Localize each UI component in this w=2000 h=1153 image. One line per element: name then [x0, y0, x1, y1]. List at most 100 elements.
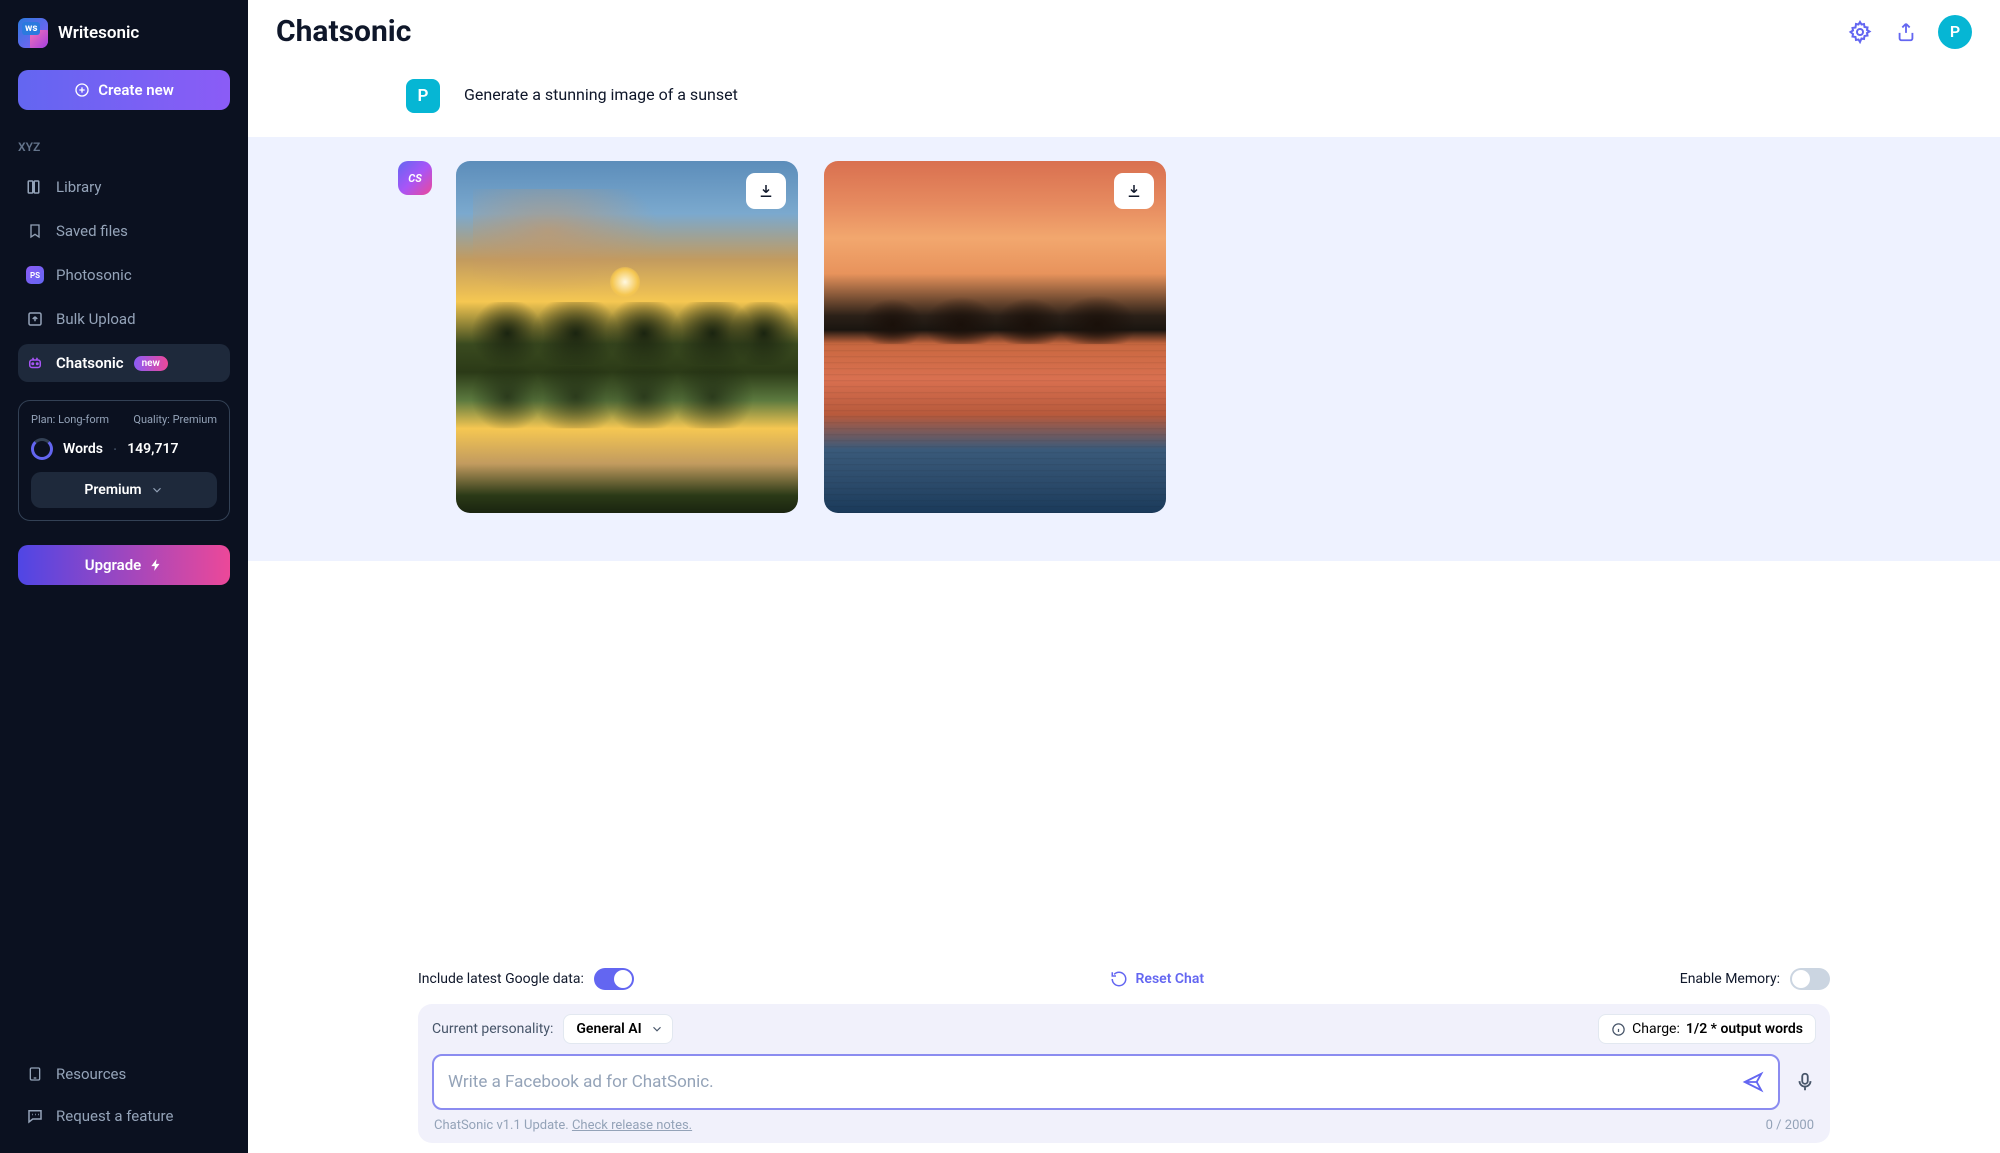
usage-ring-icon [31, 438, 53, 460]
download-image-1-button[interactable] [746, 173, 786, 209]
upgrade-button[interactable]: Upgrade [18, 545, 230, 585]
avatar[interactable]: P [1938, 15, 1972, 49]
release-notes-link[interactable]: Check release notes. [572, 1118, 692, 1133]
generated-image-2 [824, 161, 1166, 513]
request-label: Request a feature [56, 1107, 173, 1125]
mic-button[interactable] [1794, 1070, 1816, 1094]
words-count: 149,717 [127, 441, 178, 457]
memory-toggle[interactable] [1790, 968, 1830, 990]
personality-label: Current personality: [432, 1021, 553, 1037]
create-new-label: Create new [98, 81, 174, 99]
share-icon [1895, 21, 1917, 43]
sidebar-item-chatsonic[interactable]: Chatsonic new [18, 344, 230, 382]
top-actions: P [1846, 15, 1972, 49]
composer-top-row: Current personality: General AI Charge: … [432, 1014, 1816, 1044]
sidebar-item-label: Saved files [56, 222, 128, 240]
generated-images [456, 161, 1166, 513]
sidebar-item-label: Chatsonic [56, 354, 124, 372]
share-button[interactable] [1892, 18, 1920, 46]
charge-chip: Charge: 1/2 * output words [1598, 1014, 1816, 1044]
memory-label: Enable Memory: [1680, 971, 1780, 987]
plus-circle-icon [74, 82, 90, 98]
new-badge: new [134, 356, 168, 371]
bottom-links: Resources Request a feature [18, 1035, 230, 1135]
nav-list: Library Saved files PS Photosonic Bulk U… [18, 168, 230, 382]
create-new-button[interactable]: Create new [18, 70, 230, 110]
update-text: ChatSonic v1.1 Update. [434, 1118, 569, 1133]
generated-image-1 [456, 161, 798, 513]
personality-group: Current personality: General AI [432, 1014, 673, 1044]
tablet-icon [26, 1065, 44, 1083]
send-button[interactable] [1742, 1071, 1764, 1093]
personality-value: General AI [576, 1021, 641, 1037]
settings-button[interactable] [1846, 18, 1874, 46]
composer-footer: ChatSonic v1.1 Update. Check release not… [432, 1110, 1816, 1143]
gear-icon [1848, 20, 1872, 44]
char-count: 0 / 2000 [1766, 1118, 1814, 1133]
topbar: Chatsonic P [248, 0, 2000, 59]
user-avatar: P [406, 79, 440, 113]
google-data-toggle[interactable] [594, 968, 634, 990]
tier-selector[interactable]: Premium [31, 472, 217, 508]
undo-icon [1110, 970, 1128, 988]
sidebar-item-label: Photosonic [56, 266, 132, 284]
prompt-input-container [432, 1054, 1780, 1110]
request-feature-link[interactable]: Request a feature [18, 1097, 230, 1135]
user-message-text: Generate a stunning image of a sunset [464, 79, 738, 104]
tier-label: Premium [84, 482, 141, 498]
google-data-control: Include latest Google data: [418, 968, 634, 990]
chatsonic-avatar: CS [398, 161, 432, 195]
bolt-icon [149, 558, 163, 572]
microphone-icon [1794, 1070, 1816, 1094]
send-icon [1742, 1071, 1764, 1093]
message-icon [26, 1107, 44, 1125]
google-data-label: Include latest Google data: [418, 971, 584, 987]
brand-row: ws Writesonic [18, 18, 230, 48]
resources-label: Resources [56, 1065, 126, 1083]
charge-value: 1/2 * output words [1686, 1021, 1803, 1037]
ai-message-row: CS [248, 137, 2000, 561]
download-image-2-button[interactable] [1114, 173, 1154, 209]
chat-area: P Generate a stunning image of a sunset … [248, 59, 2000, 956]
download-icon [757, 182, 775, 200]
composer-card: Current personality: General AI Charge: … [418, 1004, 1830, 1143]
plan-card: Plan: Long-form Quality: Premium Words ·… [18, 400, 230, 521]
dot-sep: · [113, 440, 117, 459]
page-title: Chatsonic [276, 14, 411, 49]
footer-left: ChatSonic v1.1 Update. Check release not… [434, 1118, 692, 1133]
words-label: Words [63, 441, 103, 457]
sidebar: ws Writesonic Create new XYZ Library Sav… [0, 0, 248, 1153]
sidebar-item-photosonic[interactable]: PS Photosonic [18, 256, 230, 294]
memory-control: Enable Memory: [1680, 968, 1830, 990]
controls-row: Include latest Google data: Reset Chat E… [418, 968, 1830, 990]
quality-label: Quality: Premium [133, 413, 217, 426]
user-message-row: P Generate a stunning image of a sunset [248, 59, 2000, 137]
main-area: Chatsonic P P Generate a stunning image … [248, 0, 2000, 1153]
plan-label: Plan: Long-form [31, 413, 109, 426]
sidebar-item-label: Bulk Upload [56, 310, 136, 328]
info-icon [1611, 1022, 1626, 1037]
plan-meta-row: Plan: Long-form Quality: Premium [31, 413, 217, 426]
brand-name: Writesonic [58, 23, 139, 43]
resources-link[interactable]: Resources [18, 1055, 230, 1093]
sidebar-item-label: Library [56, 178, 101, 196]
reset-chat-button[interactable]: Reset Chat [1110, 970, 1205, 988]
library-icon [26, 178, 44, 196]
bookmark-icon [26, 222, 44, 240]
prompt-input[interactable] [448, 1072, 1742, 1092]
input-row [432, 1054, 1816, 1110]
robot-icon [26, 354, 44, 372]
photosonic-icon: PS [26, 266, 44, 284]
sidebar-item-library[interactable]: Library [18, 168, 230, 206]
download-icon [1125, 182, 1143, 200]
upgrade-label: Upgrade [85, 556, 142, 574]
chevron-down-icon [650, 1022, 664, 1036]
composer-area: Include latest Google data: Reset Chat E… [248, 956, 2000, 1153]
reset-chat-label: Reset Chat [1136, 971, 1205, 987]
upload-icon [26, 310, 44, 328]
personality-selector[interactable]: General AI [563, 1014, 672, 1044]
charge-label: Charge: [1632, 1021, 1680, 1037]
sidebar-item-bulk[interactable]: Bulk Upload [18, 300, 230, 338]
sidebar-item-saved[interactable]: Saved files [18, 212, 230, 250]
chevron-down-icon [150, 483, 164, 497]
